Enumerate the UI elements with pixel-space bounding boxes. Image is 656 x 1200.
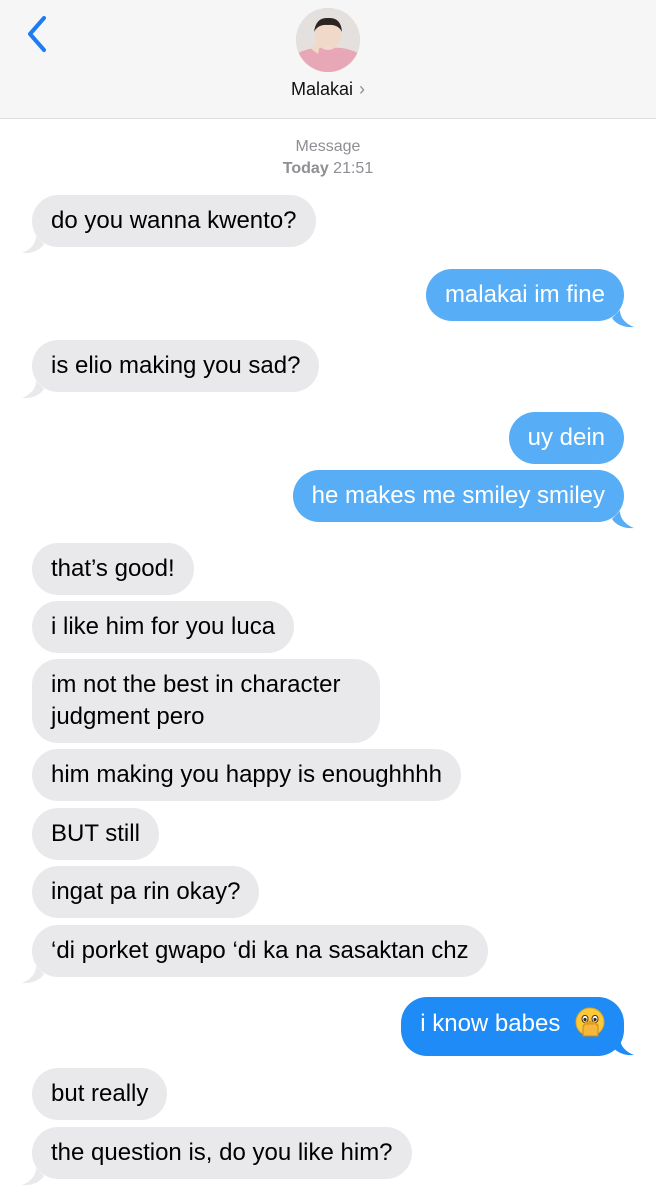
message-text: im not the best in character judgment pe…	[51, 671, 341, 730]
message-bubble-received[interactable]: but really	[32, 1068, 168, 1120]
message-text: ‘di porket gwapo ‘di ka na sasaktan chz	[51, 937, 469, 964]
bubble-tail	[612, 310, 634, 328]
message-bubble-received[interactable]: that’s good!	[32, 543, 194, 595]
message-text: him making you happy is enoughhhh	[51, 761, 442, 788]
message-text: is elio making you sad?	[51, 352, 301, 379]
bubble-tail	[22, 966, 44, 984]
bubble-tail	[22, 1168, 44, 1186]
message-thread: do you wanna kwento? malakai im fine is …	[0, 0, 656, 1200]
message-text: that’s good!	[51, 555, 175, 582]
message-text: the question is, do you like him?	[51, 1139, 393, 1166]
message-text: he makes me smiley smiley	[311, 482, 605, 509]
message-bubble-received[interactable]: ‘di porket gwapo ‘di ka na sasaktan chz	[32, 925, 488, 977]
bubble-tail	[22, 381, 44, 399]
message-text: ingat pa rin okay?	[51, 878, 241, 905]
message-text: uy dein	[527, 424, 605, 451]
message-bubble-received[interactable]: is elio making you sad?	[32, 340, 320, 392]
message-bubble-sent[interactable]: malakai im fine	[425, 269, 624, 321]
bubble-tail	[612, 1038, 634, 1056]
message-bubble-received[interactable]: him making you happy is enoughhhh	[32, 749, 461, 801]
message-bubble-sent[interactable]: i know babes	[401, 997, 624, 1056]
message-text: but really	[51, 1080, 149, 1107]
message-text: do you wanna kwento?	[51, 207, 297, 234]
face-with-hand-over-mouth-icon	[575, 1007, 605, 1046]
message-bubble-sent[interactable]: uy dein	[508, 412, 624, 464]
bubble-tail	[22, 236, 44, 254]
message-bubble-received[interactable]: im not the best in character judgment pe…	[32, 659, 380, 743]
bubble-tail	[612, 511, 634, 529]
message-text: i like him for you luca	[51, 613, 276, 640]
message-text: i know babes	[420, 1010, 561, 1037]
message-bubble-received[interactable]: i like him for you luca	[32, 601, 295, 653]
message-bubble-received[interactable]: the question is, do you like him?	[32, 1127, 412, 1179]
message-text: malakai im fine	[444, 281, 605, 308]
message-bubble-received[interactable]: ingat pa rin okay?	[32, 866, 260, 918]
message-text: BUT still	[51, 820, 140, 847]
message-bubble-received[interactable]: do you wanna kwento?	[32, 195, 316, 247]
message-bubble-received[interactable]: BUT still	[32, 808, 159, 860]
message-bubble-sent[interactable]: he makes me smiley smiley	[292, 470, 624, 522]
